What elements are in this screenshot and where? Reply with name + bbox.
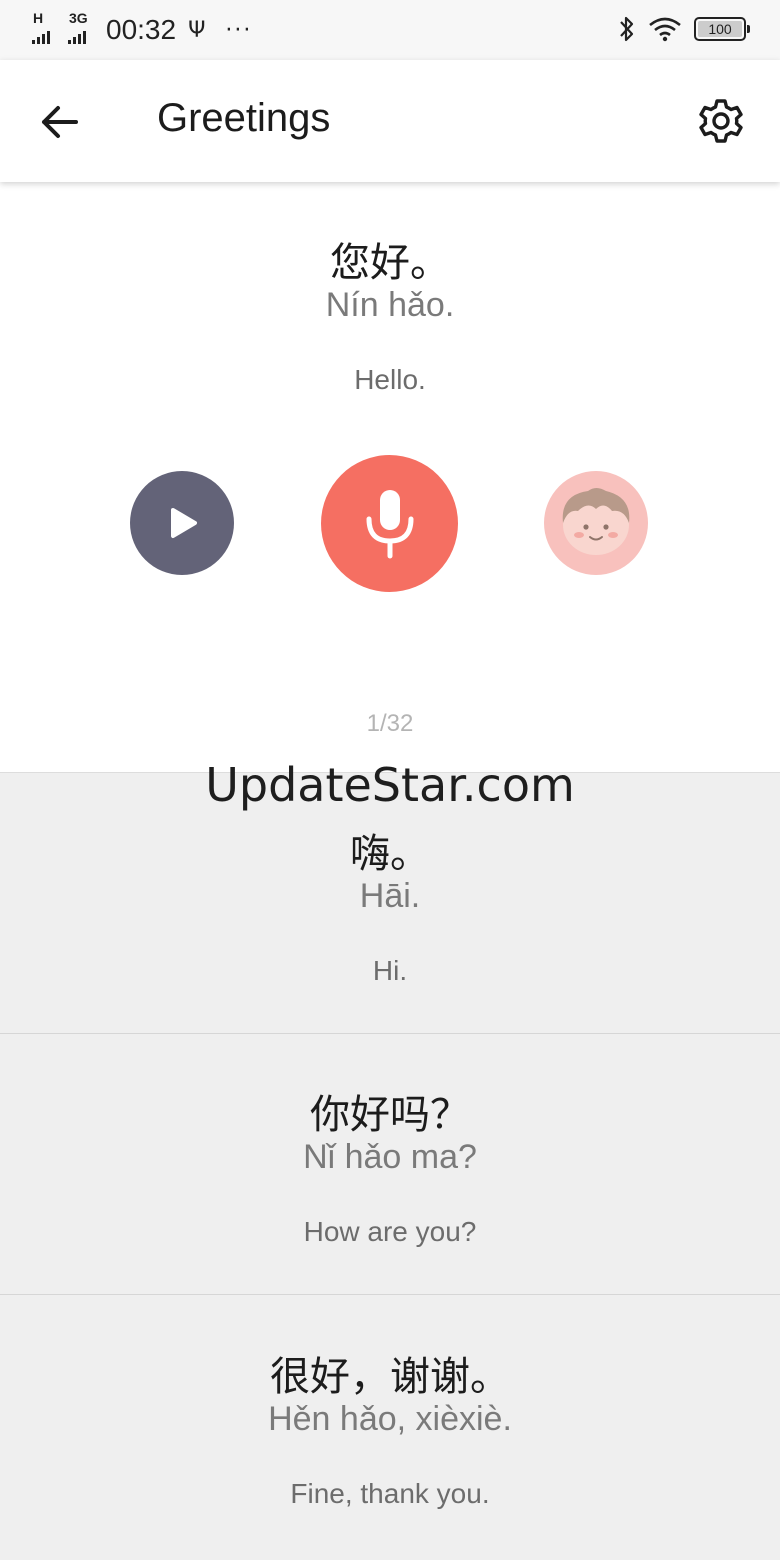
watermark: UpdateStar.com — [205, 758, 575, 812]
phrase-pinyin: Nín hǎo. — [325, 286, 455, 324]
arrow-left-icon — [42, 106, 78, 138]
bluetooth-icon — [620, 16, 634, 42]
battery-level: 100 — [708, 21, 732, 37]
phrase-card[interactable]: 嗨。 Hāi. Hi. — [0, 773, 780, 1034]
phrase-chinese: 嗨。 — [350, 831, 430, 877]
phrase-english: How are you? — [303, 1216, 477, 1247]
phrase-pinyin: Hāi. — [359, 877, 421, 915]
back-button[interactable] — [36, 98, 84, 146]
active-phrase-card: 您好。 Nín hǎo. Hello. 1/32 — [0, 182, 780, 773]
battery-icon: 100 — [694, 17, 750, 41]
cartoon-face-icon — [562, 488, 630, 555]
playback-recording-button[interactable] — [544, 471, 648, 575]
phrase-chinese: 很好，谢谢。 — [270, 1354, 510, 1400]
signal-3g-label: 3G — [69, 10, 88, 26]
status-left: H 3G 00:32 Ψ ··· — [32, 10, 252, 50]
status-right: 100 — [618, 14, 750, 44]
signal-3g-icon: 3G — [68, 10, 94, 50]
phrase-chinese: 你好吗？ — [310, 1092, 470, 1138]
phrase-counter: 1/32 — [366, 710, 414, 737]
page-title: Greetings — [157, 96, 331, 140]
phrase-english: Hello. — [354, 364, 426, 395]
usb-icon: Ψ — [188, 17, 206, 43]
phrase-pinyin: Nǐ hǎo ma? — [303, 1138, 477, 1176]
status-time: 00:32 — [106, 14, 177, 45]
wifi-icon — [649, 17, 681, 42]
phrase-english: Fine, thank you. — [290, 1478, 490, 1509]
microphone-icon — [366, 489, 413, 558]
more-notifications-icon: ··· — [225, 17, 253, 43]
signal-h-icon: H — [32, 10, 58, 50]
signal-h-label: H — [33, 10, 44, 26]
app-bar: Greetings — [0, 60, 780, 182]
record-button[interactable] — [321, 455, 458, 592]
gear-icon — [699, 99, 743, 143]
phrase-chinese: 您好。 — [330, 240, 450, 286]
phrase-english: Hi. — [372, 955, 408, 986]
phrase-card[interactable]: 你好吗？ Nǐ hǎo ma? How are you? — [0, 1034, 780, 1295]
settings-button[interactable] — [696, 96, 746, 146]
play-audio-button[interactable] — [130, 471, 234, 575]
status-bar: H 3G 00:32 Ψ ··· 100 — [0, 0, 780, 60]
phrase-pinyin: Hěn hǎo, xièxiè. — [268, 1400, 512, 1438]
play-icon — [171, 508, 197, 538]
phrase-card[interactable]: 很好，谢谢。 Hěn hǎo, xièxiè. Fine, thank you. — [0, 1296, 780, 1556]
